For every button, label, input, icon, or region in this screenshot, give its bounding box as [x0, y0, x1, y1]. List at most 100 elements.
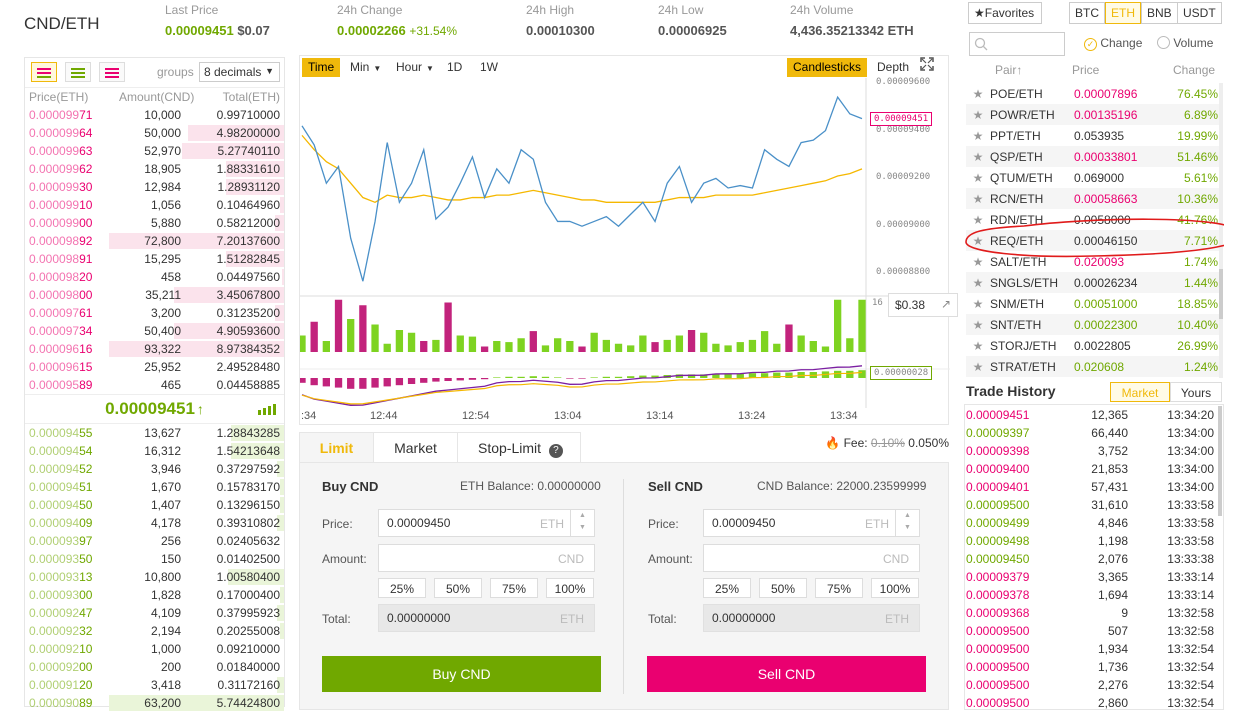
caret-down-icon[interactable]: ▼ — [904, 524, 911, 531]
orderbook-row[interactable]: 0.00009200 200 0.01840000 — [25, 658, 284, 676]
buy-amount-input[interactable]: CND — [378, 544, 595, 572]
asks-view-button[interactable] — [99, 62, 125, 82]
sell-button[interactable]: Sell CND — [647, 656, 926, 692]
orderbook-row[interactable]: 0.00009734 50,400 4.90593600 — [25, 322, 284, 340]
buy-button[interactable]: Buy CND — [322, 656, 601, 692]
percent-button-75[interactable]: 75% — [815, 578, 863, 598]
orderbook-row[interactable]: 0.00009820 458 0.04497560 — [25, 268, 284, 286]
orderbook-row[interactable]: 0.00009615 25,952 2.49528480 — [25, 358, 284, 376]
buy-total-field[interactable]: 0.00000000 ETH — [378, 604, 595, 632]
orderbook-row[interactable]: 0.00009247 4,109 0.37995923 — [25, 604, 284, 622]
star-icon[interactable]: ★ — [966, 129, 990, 143]
orderbook-row[interactable]: 0.00009616 93,322 8.97384352 — [25, 340, 284, 358]
orderbook-row[interactable]: 0.00009397 256 0.02405632 — [25, 532, 284, 550]
star-icon[interactable]: ★ — [966, 297, 990, 311]
external-link-icon[interactable]: ↗ — [941, 297, 951, 311]
market-row[interactable]: ★ STRAT/ETH 0.020608 1.24% — [966, 356, 1222, 377]
sell-amount-input[interactable]: CND — [703, 544, 920, 572]
percent-button-50[interactable]: 50% — [759, 578, 807, 598]
volume-radio[interactable]: Volume — [1157, 36, 1213, 50]
caret-down-icon[interactable]: ▼ — [579, 524, 586, 531]
market-tab-btc[interactable]: BTC — [1069, 2, 1105, 24]
market-search-input[interactable] — [969, 32, 1065, 56]
orderbook-row[interactable]: 0.00009450 1,407 0.13296150 — [25, 496, 284, 514]
orderbook-row[interactable]: 0.00009962 18,905 1.88331610 — [25, 160, 284, 178]
tab-stop-limit[interactable]: Stop-Limit ? — [457, 432, 581, 463]
col-price-header[interactable]: Price — [1072, 63, 1099, 77]
orderbook-row[interactable]: 0.00009451 1,670 0.15783170 — [25, 478, 284, 496]
caret-up-icon[interactable]: ▲ — [579, 512, 586, 519]
market-row[interactable]: ★ SNGLS/ETH 0.00026234 1.44% — [966, 272, 1222, 293]
market-tab-eth[interactable]: ETH — [1105, 2, 1141, 24]
orderbook-row[interactable]: 0.00009455 13,627 1.28843285 — [25, 424, 284, 442]
market-row[interactable]: ★ QTUM/ETH 0.069000 5.61% — [966, 167, 1222, 188]
market-row[interactable]: ★ POWR/ETH 0.00135196 6.89% — [966, 104, 1222, 125]
market-row[interactable]: ★ POE/ETH 0.00007896 76.45% — [966, 83, 1222, 104]
orderbook-row[interactable]: 0.00009350 150 0.01402500 — [25, 550, 284, 568]
history-scrollbar[interactable] — [1218, 406, 1222, 516]
orderbook-row[interactable]: 0.00009120 3,418 0.31172160 — [25, 676, 284, 694]
buy-price-input[interactable]: 0.00009450 ETH ▲ ▼ — [378, 509, 595, 537]
star-icon[interactable]: ★ — [966, 339, 990, 353]
both-sides-view-button[interactable] — [31, 62, 57, 82]
percent-button-100[interactable]: 100% — [871, 578, 919, 598]
orderbook-row[interactable]: 0.00009313 10,800 1.00580400 — [25, 568, 284, 586]
col-pair-header[interactable]: Pair↑ — [995, 63, 1022, 77]
star-icon[interactable]: ★ — [966, 108, 990, 122]
star-icon[interactable]: ★ — [966, 360, 990, 374]
orderbook-row[interactable]: 0.00009089 63,200 5.74424800 — [25, 694, 284, 712]
market-tab-bnb[interactable]: BNB — [1141, 2, 1178, 24]
orderbook-row[interactable]: 0.00009963 52,970 5.27740110 — [25, 142, 284, 160]
percent-button-100[interactable]: 100% — [546, 578, 594, 598]
tab-limit[interactable]: Limit — [299, 432, 374, 463]
star-icon[interactable]: ★ — [966, 150, 990, 164]
market-row[interactable]: ★ SNM/ETH 0.00051000 18.85% — [966, 293, 1222, 314]
market-row[interactable]: ★ STORJ/ETH 0.0022805 26.99% — [966, 335, 1222, 356]
market-row[interactable]: ★ QSP/ETH 0.00033801 51.46% — [966, 146, 1222, 167]
sell-price-input[interactable]: 0.00009450 ETH ▲ ▼ — [703, 509, 920, 537]
orderbook-row[interactable]: 0.00009454 16,312 1.54213648 — [25, 442, 284, 460]
star-icon[interactable]: ★ — [966, 276, 990, 290]
buy-price-stepper[interactable]: ▲ ▼ — [570, 510, 594, 536]
volume-bar — [541, 345, 550, 352]
orderbook-row[interactable]: 0.00009930 12,984 1.28931120 — [25, 178, 284, 196]
orderbook-row[interactable]: 0.00009910 1,056 0.10464960 — [25, 196, 284, 214]
orderbook-row[interactable]: 0.00009971 10,000 0.99710000 — [25, 106, 284, 124]
market-row[interactable]: ★ RCN/ETH 0.00058663 10.36% — [966, 188, 1222, 209]
favorites-tab[interactable]: ★Favorites — [968, 2, 1042, 24]
orderbook-row[interactable]: 0.00009964 50,000 4.98200000 — [25, 124, 284, 142]
orderbook-row[interactable]: 0.00009892 72,800 7.20137600 — [25, 232, 284, 250]
tab-market[interactable]: Market — [373, 432, 458, 463]
star-icon[interactable]: ★ — [966, 87, 990, 101]
orderbook-row[interactable]: 0.00009232 2,194 0.20255008 — [25, 622, 284, 640]
orderbook-row[interactable]: 0.00009409 4,178 0.39310802 — [25, 514, 284, 532]
star-icon[interactable]: ★ — [966, 192, 990, 206]
star-icon[interactable]: ★ — [966, 318, 990, 332]
orderbook-row[interactable]: 0.00009761 3,200 0.31235200 — [25, 304, 284, 322]
star-icon[interactable]: ★ — [966, 171, 990, 185]
help-icon[interactable]: ? — [548, 444, 563, 458]
groups-select[interactable]: 8 decimals ▼ — [199, 62, 280, 82]
orderbook-row[interactable]: 0.00009800 35,211 3.45067800 — [25, 286, 284, 304]
market-row[interactable]: ★ SNT/ETH 0.00022300 10.40% — [966, 314, 1222, 335]
percent-button-25[interactable]: 25% — [378, 578, 426, 598]
change-radio[interactable]: ✓ Change — [1084, 36, 1142, 51]
percent-button-50[interactable]: 50% — [434, 578, 482, 598]
percent-button-75[interactable]: 75% — [490, 578, 538, 598]
orderbook-row[interactable]: 0.00009891 15,295 1.51282845 — [25, 250, 284, 268]
sell-total-field[interactable]: 0.00000000 ETH — [703, 604, 920, 632]
orderbook-row[interactable]: 0.00009900 5,880 0.58212000 — [25, 214, 284, 232]
bids-view-button[interactable] — [65, 62, 91, 82]
orderbook-row[interactable]: 0.00009589 465 0.04458885 — [25, 376, 284, 394]
percent-button-25[interactable]: 25% — [703, 578, 751, 598]
sell-price-stepper[interactable]: ▲ ▼ — [895, 510, 919, 536]
market-tab-usdt[interactable]: USDT — [1177, 2, 1222, 24]
caret-up-icon[interactable]: ▲ — [904, 512, 911, 519]
col-change-header[interactable]: Change — [1173, 63, 1215, 77]
tab-history-yours[interactable]: Yours — [1170, 382, 1222, 402]
market-row[interactable]: ★ PPT/ETH 0.053935 19.99% — [966, 125, 1222, 146]
orderbook-row[interactable]: 0.00009210 1,000 0.09210000 — [25, 640, 284, 658]
orderbook-row[interactable]: 0.00009300 1,828 0.17000400 — [25, 586, 284, 604]
orderbook-row[interactable]: 0.00009452 3,946 0.37297592 — [25, 460, 284, 478]
tab-history-market[interactable]: Market — [1110, 382, 1170, 402]
